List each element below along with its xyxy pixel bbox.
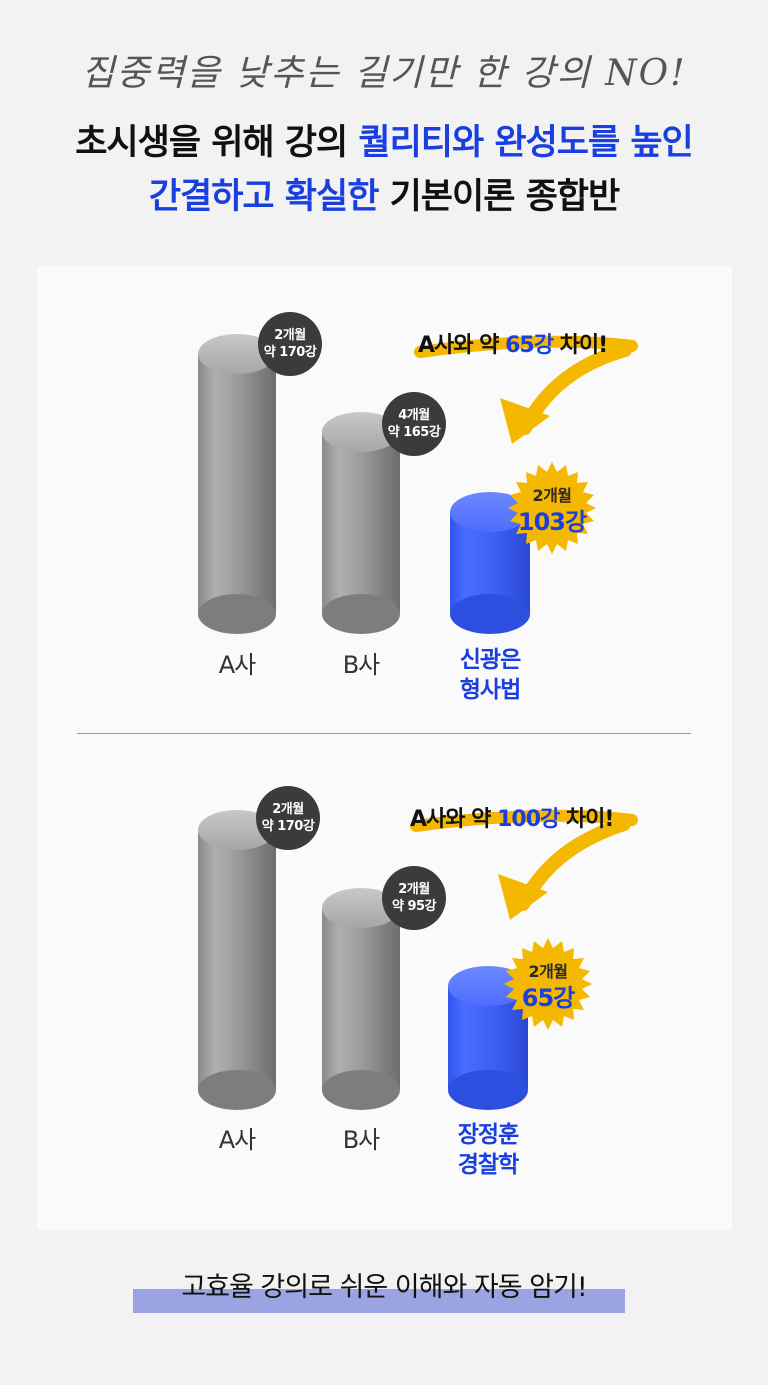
label-a-2: A사 — [218, 1126, 257, 1154]
badge-a-1: 2개월 약 170강 — [258, 312, 322, 376]
headline-line-1-black: 초시생을 위해 강의 — [75, 123, 359, 163]
burst-count-2: 65강 — [521, 984, 575, 1012]
headline-line-2-black: 기본이론 종합반 — [378, 177, 621, 217]
difference-callout-2: A사와 약 100강 차이! — [410, 807, 614, 832]
label-a-1: A사 — [218, 651, 257, 679]
burst-count-1: 103강 — [517, 508, 587, 536]
panel-divider — [77, 733, 691, 734]
difference-callout-1: A사와 약 65강 차이! — [418, 333, 608, 358]
badge-a-2: 2개월 약 170강 — [256, 786, 320, 850]
headline-line-2: 간결하고 확실한 기본이론 종합반 — [0, 168, 768, 219]
label-b-2: B사 — [342, 1126, 381, 1154]
cylinder-b-2 — [322, 888, 400, 1110]
starburst-badge-2: 2개월 65강 — [500, 936, 596, 1032]
tagline: 집중력을 낮추는 길기만 한 강의 NO! — [81, 53, 687, 94]
footer-text: 고효율 강의로 쉬운 이해와 자동 암기! — [181, 1272, 587, 1303]
label-b-1: B사 — [342, 651, 381, 679]
headline-line-1-blue: 퀄리티와 완성도를 높인 — [358, 123, 693, 163]
cylinder-a-2 — [198, 810, 276, 1110]
starburst-badge-1: 2개월 103강 — [504, 460, 600, 556]
cylinder-a-1 — [198, 334, 276, 634]
label-ours-2: 장정훈 경찰학 — [457, 1122, 519, 1178]
label-ours-1: 신광은 형사법 — [459, 647, 521, 703]
headline-line-2-blue: 간결하고 확실한 — [148, 177, 380, 217]
cylinder-b-1 — [322, 412, 400, 634]
headline-line-1: 초시생을 위해 강의 퀄리티와 완성도를 높인 — [0, 114, 768, 165]
